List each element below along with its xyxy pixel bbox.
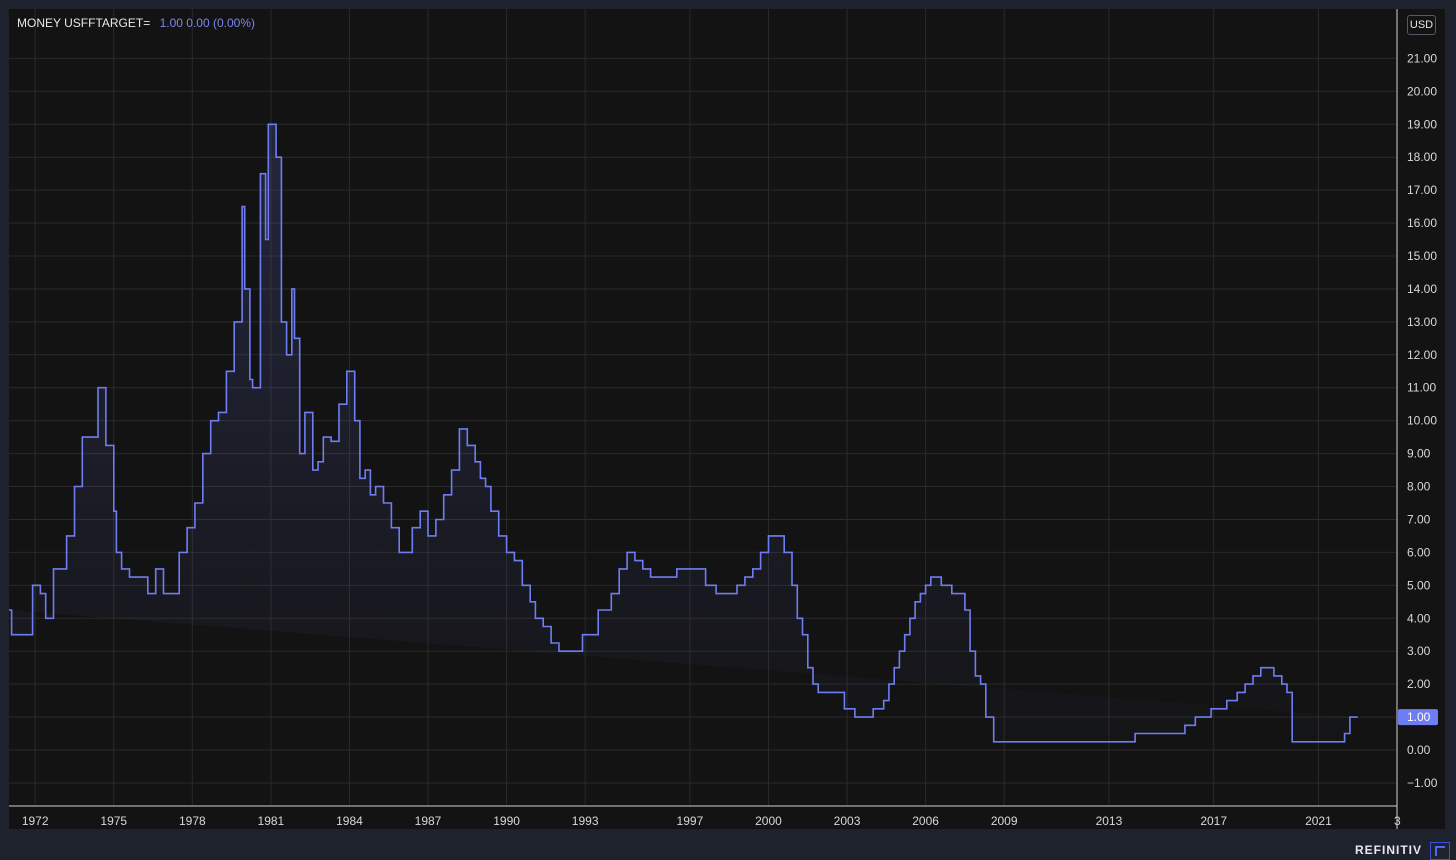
y-tick-label: 15.00 bbox=[1407, 249, 1437, 263]
x-tick-label: 1978 bbox=[179, 814, 206, 828]
x-tick-label: 1997 bbox=[677, 814, 704, 828]
x-tick-label: 1990 bbox=[493, 814, 520, 828]
y-tick-label: −1.00 bbox=[1407, 776, 1438, 790]
y-tick-label: 12.00 bbox=[1407, 348, 1437, 362]
y-tick-label: 4.00 bbox=[1407, 611, 1431, 625]
chart-legend: MONEY USFFTARGET= 1.00 0.00 (0.00%) bbox=[17, 16, 255, 30]
y-tick-label: 8.00 bbox=[1407, 480, 1431, 494]
y-tick-label: 21.00 bbox=[1407, 51, 1437, 65]
last-value-marker: 1.00 bbox=[1398, 709, 1438, 726]
y-tick-label: 16.00 bbox=[1407, 216, 1437, 230]
y-tick-label: 0.00 bbox=[1407, 743, 1431, 757]
plot-background bbox=[9, 9, 1397, 806]
x-tick-label: 2017 bbox=[1200, 814, 1227, 828]
x-tick-label: 2003 bbox=[834, 814, 861, 828]
x-tick-label: 3 bbox=[1394, 814, 1401, 828]
y-tick-label: 13.00 bbox=[1407, 315, 1437, 329]
last-value-label: 1.00 bbox=[1407, 710, 1431, 724]
y-tick-label: 10.00 bbox=[1407, 414, 1437, 428]
chart-svg[interactable]: −1.00 0.00 1.00 2.00 3.00 4.00 5.00 6.00 7.00 8.0… bbox=[0, 0, 1456, 860]
x-tick-label: 1993 bbox=[572, 814, 599, 828]
x-tick-label: 2021 bbox=[1305, 814, 1332, 828]
y-tick-label: 7.00 bbox=[1407, 512, 1431, 526]
y-tick-label: 20.00 bbox=[1407, 84, 1437, 98]
brand-logo-text: REFINITIV bbox=[1354, 843, 1422, 857]
y-tick-label: 5.00 bbox=[1407, 578, 1431, 592]
x-tick-label: 1981 bbox=[258, 814, 285, 828]
x-tick-label: 2009 bbox=[991, 814, 1018, 828]
y-tick-label: 11.00 bbox=[1407, 381, 1436, 395]
x-tick-label: 2006 bbox=[912, 814, 939, 828]
y-tick-label: 18.00 bbox=[1407, 150, 1437, 164]
x-tick-label: 2013 bbox=[1096, 814, 1123, 828]
y-tick-label: 17.00 bbox=[1407, 183, 1437, 197]
x-tick-label: 1987 bbox=[415, 814, 442, 828]
x-tick-label: 1984 bbox=[336, 814, 363, 828]
y-tick-label: 6.00 bbox=[1407, 545, 1431, 559]
currency-badge[interactable]: USD bbox=[1407, 15, 1436, 35]
x-tick-label: 1975 bbox=[100, 814, 127, 828]
x-tick-label: 1972 bbox=[22, 814, 49, 828]
x-tick-label: 2000 bbox=[755, 814, 782, 828]
chart-frame: −1.00 0.00 1.00 2.00 3.00 4.00 5.00 6.00 7.00 8.0… bbox=[0, 0, 1456, 860]
y-tick-label: 14.00 bbox=[1407, 282, 1437, 296]
refinitiv-logo-icon bbox=[1430, 842, 1450, 860]
legend-symbol: MONEY USFFTARGET= bbox=[17, 16, 151, 30]
legend-value: 1.00 0.00 (0.00%) bbox=[159, 16, 255, 30]
y-tick-label: 19.00 bbox=[1407, 117, 1437, 131]
y-tick-label: 3.00 bbox=[1407, 644, 1431, 658]
y-tick-label: 2.00 bbox=[1407, 677, 1431, 691]
y-tick-label: 9.00 bbox=[1407, 447, 1431, 461]
